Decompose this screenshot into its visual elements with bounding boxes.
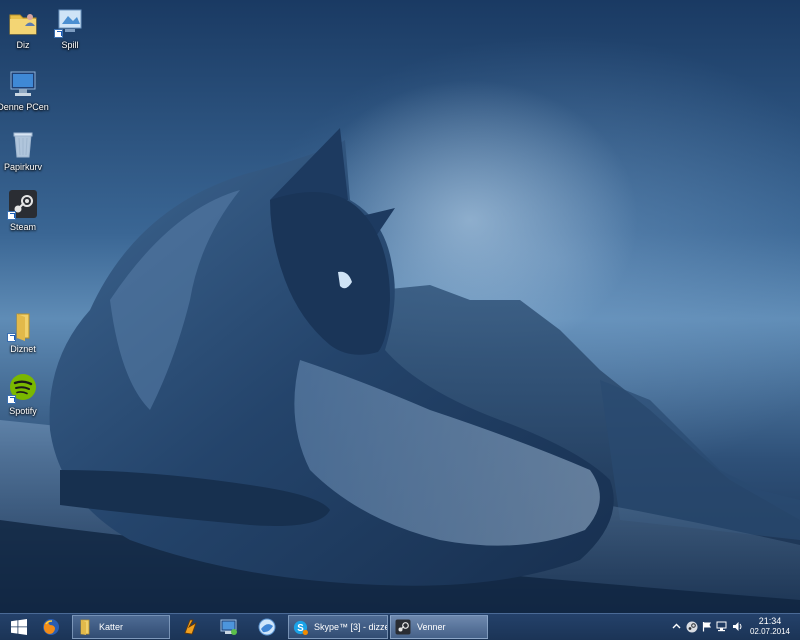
desktop-icon-denne-pcen[interactable]: Denne PCen bbox=[0, 68, 53, 113]
desktop-icon-label: Denne PCen bbox=[0, 102, 49, 112]
taskbar-remote-desktop-button[interactable] bbox=[210, 615, 248, 639]
desktop-icon-label: Diznet bbox=[10, 344, 36, 354]
folder-icon bbox=[7, 310, 39, 342]
taskbar-window-label: Skype™ [3] - dizze... bbox=[313, 622, 387, 632]
clock-date: 02.07.2014 bbox=[749, 627, 791, 636]
shortcut-arrow-icon bbox=[7, 395, 16, 404]
desktop-icon-papirkurv[interactable]: Papirkurv bbox=[0, 128, 53, 173]
desktop-icon-label: Spill bbox=[61, 40, 79, 50]
taskbar-window-venner[interactable]: Venner bbox=[390, 615, 488, 639]
steam-tray-icon[interactable] bbox=[686, 621, 698, 633]
desktop-icon-steam[interactable]: Steam bbox=[0, 188, 53, 233]
remote-desktop-icon bbox=[220, 619, 237, 635]
desktop-icon-spill[interactable]: Spill bbox=[40, 6, 100, 51]
taskbar-window-label: Katter bbox=[99, 622, 124, 632]
windows-logo-icon bbox=[11, 619, 27, 635]
taskbar-clock[interactable]: 21:34 02.07.2014 bbox=[746, 616, 794, 637]
taskbar-window-skype[interactable]: S Skype™ [3] - dizze... bbox=[288, 615, 388, 639]
skype-icon: S bbox=[293, 620, 308, 635]
desktop-icon-spotify[interactable]: Spotify bbox=[0, 372, 53, 417]
recycle-bin-icon bbox=[7, 128, 39, 160]
folder-icon bbox=[80, 619, 90, 635]
desktop[interactable]: Diz Spill Denne PCen Papirkurv Steam Diz… bbox=[0, 0, 800, 613]
desktop-icon-label: Spotify bbox=[9, 406, 37, 416]
games-shortcut-icon bbox=[54, 6, 86, 38]
shortcut-arrow-icon bbox=[54, 29, 63, 38]
taskbar-winamp-button[interactable] bbox=[172, 615, 210, 639]
desktop-icon-diznet[interactable]: Diznet bbox=[0, 310, 53, 355]
clock-time: 21:34 bbox=[758, 616, 782, 626]
network-icon[interactable] bbox=[716, 621, 728, 632]
chevron-up-icon[interactable] bbox=[672, 622, 681, 631]
desktop-icon-label: Steam bbox=[9, 222, 36, 232]
steam-icon bbox=[7, 188, 39, 220]
shortcut-arrow-icon bbox=[7, 211, 16, 220]
taskbar-window-label: Venner bbox=[417, 622, 446, 632]
steam-icon bbox=[395, 619, 411, 635]
spotify-icon bbox=[7, 372, 39, 404]
computer-icon bbox=[7, 68, 39, 100]
browser-globe-icon bbox=[258, 618, 276, 636]
wallpaper-cat-image bbox=[0, 128, 800, 613]
desktop-icon-label: Papirkurv bbox=[3, 162, 42, 172]
system-tray: 21:34 02.07.2014 bbox=[670, 614, 800, 640]
shortcut-arrow-icon bbox=[7, 333, 16, 342]
firefox-icon bbox=[43, 619, 59, 635]
volume-icon[interactable] bbox=[732, 621, 744, 632]
taskbar: Katter S Skype™ [3] - dizze... bbox=[0, 613, 800, 640]
flag-icon[interactable] bbox=[702, 621, 713, 632]
winamp-icon bbox=[184, 619, 197, 635]
taskbar-window-katter[interactable]: Katter bbox=[72, 615, 170, 639]
folder-user-icon bbox=[7, 6, 39, 38]
taskbar-firefox-button[interactable] bbox=[32, 615, 70, 639]
taskbar-browser-button[interactable] bbox=[248, 615, 286, 639]
